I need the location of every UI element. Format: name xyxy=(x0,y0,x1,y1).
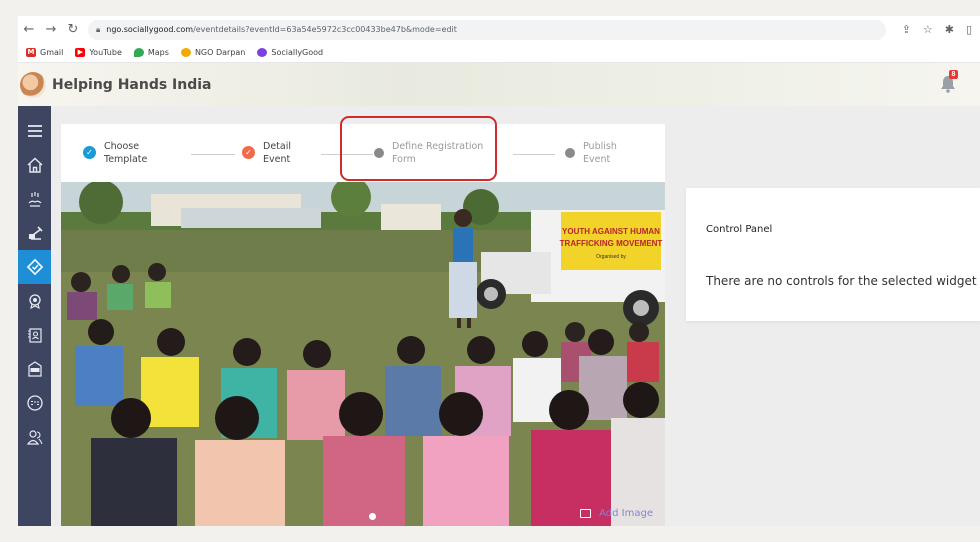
home-icon xyxy=(27,157,42,173)
step-label: Template xyxy=(104,154,148,165)
event-photo: YOUTH AGAINST HUMAN TRAFFICKING MOVEMENT… xyxy=(61,182,665,526)
control-panel: Control Panel There are no controls for … xyxy=(686,188,980,321)
notification-badge: 8 xyxy=(949,70,958,79)
bookmark-maps[interactable]: Maps xyxy=(133,48,169,57)
sidebar-item-volunteers[interactable] xyxy=(18,318,51,352)
step-dot-icon xyxy=(565,148,575,158)
volunteer-icon xyxy=(27,328,42,343)
sidebar-item-home[interactable] xyxy=(18,148,51,182)
extensions-icon[interactable]: ✱ xyxy=(945,23,954,36)
bookmark-label: YouTube xyxy=(89,48,122,57)
add-image-label: Add Image xyxy=(599,508,653,519)
sidebar-item-ngo[interactable] xyxy=(18,352,51,386)
step-label: Event xyxy=(583,154,611,165)
step-connector xyxy=(513,154,555,155)
ngo-icon xyxy=(27,361,42,377)
bookmark-label: NGO Darpan xyxy=(194,48,246,57)
carousel-dot[interactable] xyxy=(369,513,376,520)
bookmark-ngo-darpan[interactable]: NGO Darpan xyxy=(180,48,246,57)
org-logo xyxy=(20,71,46,98)
sidebar-item-people[interactable] xyxy=(18,420,51,454)
sociallygood-icon xyxy=(257,48,268,57)
step-publish-event[interactable]: Publish Event xyxy=(565,140,617,166)
bookmark-youtube[interactable]: ▶ YouTube xyxy=(75,48,122,57)
people-icon xyxy=(26,430,43,445)
browser-toolbar: ← → ↻ 🔒︎ ngo.sociallygood.com /eventdeta… xyxy=(18,16,980,43)
step-label: Detail xyxy=(263,141,291,152)
step-label: Event xyxy=(263,154,291,165)
sidebar-item-csr[interactable] xyxy=(18,386,51,420)
sidebar-item-awards[interactable] xyxy=(18,284,51,318)
image-icon xyxy=(580,509,592,518)
sidebar-item-causes[interactable] xyxy=(18,182,51,216)
ngo-darpan-icon xyxy=(180,48,191,57)
bookmark-label: SociallyGood xyxy=(271,48,324,57)
side-panel-icon[interactable]: ▯ xyxy=(966,23,972,36)
bookmark-star-icon[interactable]: ☆ xyxy=(923,23,933,36)
check-icon: ✓ xyxy=(83,146,96,159)
step-highlight-box xyxy=(340,116,497,181)
sidebar-item-menu[interactable] xyxy=(18,114,51,148)
bookmark-label: Gmail xyxy=(40,48,64,57)
add-image-button[interactable]: Add Image xyxy=(580,508,653,519)
app-header: Helping Hands India 8 xyxy=(18,63,980,106)
gmail-icon: M xyxy=(26,48,36,57)
sidebar-item-events[interactable] xyxy=(18,250,51,284)
step-label: Publish xyxy=(583,141,617,152)
check-icon: ✓ xyxy=(242,146,255,159)
hands-icon xyxy=(28,192,41,207)
browser-window: ← → ↻ 🔒︎ ngo.sociallygood.com /eventdeta… xyxy=(18,16,980,526)
bookmarks-bar: M Gmail ▶ YouTube Maps NGO Darpan Social… xyxy=(18,43,980,63)
bookmark-label: Maps xyxy=(147,48,169,57)
control-panel-message: There are no controls for the selected w… xyxy=(706,274,977,288)
step-detail-event[interactable]: ✓ Detail Event xyxy=(242,140,291,166)
sidebar-item-campaigns[interactable] xyxy=(18,216,51,250)
reload-icon[interactable]: ↻ xyxy=(62,22,84,37)
org-title: Helping Hands India xyxy=(52,76,212,93)
bookmark-sociallygood[interactable]: SociallyGood xyxy=(257,48,323,57)
url-host: ngo.sociallygood.com xyxy=(106,25,194,34)
step-label: Choose xyxy=(104,141,140,152)
banner-sign-text: Organised by xyxy=(596,254,626,260)
step-connector xyxy=(191,154,235,155)
youtube-icon: ▶ xyxy=(75,48,86,57)
events-icon xyxy=(26,258,43,276)
menu-icon xyxy=(27,125,42,137)
lock-icon: 🔒︎ xyxy=(96,24,101,34)
control-panel-title: Control Panel xyxy=(706,224,773,235)
banner-sign-text: TRAFFICKING MOVEMENT xyxy=(560,239,663,248)
bookmark-gmail[interactable]: M Gmail xyxy=(26,48,63,57)
step-choose-template[interactable]: ✓ Choose Template xyxy=(83,140,147,166)
csr-icon xyxy=(26,395,43,411)
event-banner-image: YOUTH AGAINST HUMAN TRAFFICKING MOVEMENT… xyxy=(61,182,665,526)
banner-sign-text: YOUTH AGAINST HUMAN xyxy=(562,227,660,236)
back-icon[interactable]: ← xyxy=(18,22,40,37)
url-path: /eventdetails?eventId=63a54e5972c3cc0043… xyxy=(193,25,457,34)
maps-icon xyxy=(133,48,144,57)
badge-icon xyxy=(28,294,41,310)
address-bar[interactable]: 🔒︎ ngo.sociallygood.com /eventdetails?ev… xyxy=(88,19,886,40)
content-area: ✓ Choose Template ✓ Detail Event Define Re… xyxy=(18,106,980,526)
campaign-icon xyxy=(28,226,43,240)
sidebar xyxy=(18,106,51,526)
share-icon[interactable]: ⇪ xyxy=(902,23,911,36)
forward-icon[interactable]: → xyxy=(40,22,62,37)
